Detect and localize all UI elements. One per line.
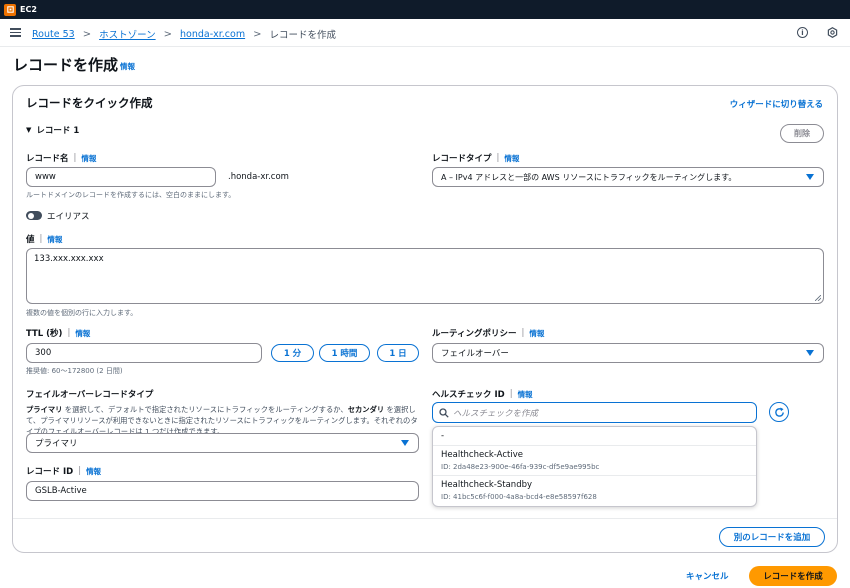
routing-policy-value: フェイルオーバー — [441, 349, 509, 359]
breadcrumb-zone[interactable]: honda-xr.com — [180, 29, 245, 40]
health-check-label-group: ヘルスチェック ID | 情報 — [432, 389, 533, 400]
settings-hex-icon[interactable] — [827, 27, 838, 38]
dropdown-option-healthcheck-standby[interactable]: Healthcheck-Standby ID: 41bc5c6f-f000-4a… — [433, 480, 756, 501]
quick-create-panel: レコードをクイック作成 ウィザードに切り替える ▼ レコード 1 削除 レコード… — [12, 85, 838, 553]
record-name-input[interactable]: www — [26, 167, 216, 187]
create-records-button[interactable]: レコードを作成 — [749, 566, 837, 586]
routing-policy-info-link[interactable]: 情報 — [529, 328, 544, 339]
breadcrumb: Route 53 > ホストゾーン > honda-xr.com > レコードを… — [32, 27, 337, 42]
delete-button[interactable]: 削除 — [780, 124, 824, 143]
value-info-link[interactable]: 情報 — [47, 234, 62, 245]
panel-divider — [13, 518, 837, 519]
alias-label: エイリアス — [47, 212, 90, 222]
ttl-1day-button[interactable]: 1 日 — [377, 344, 419, 362]
routing-policy-select[interactable]: フェイルオーバー — [432, 343, 824, 363]
health-check-search-input[interactable]: ヘルスチェックを作成 — [432, 402, 757, 423]
chevron-right-icon: > — [163, 28, 172, 40]
ttl-info-link[interactable]: 情報 — [75, 328, 90, 339]
record-name-hint: ルートドメインのレコードを作成するには、空白のままにします。 — [26, 191, 236, 199]
value-label: 値 — [26, 235, 35, 245]
breadcrumb-hosted-zones[interactable]: ホストゾーン — [99, 27, 156, 41]
value-text: 133.xxx.xxx.xxx — [34, 254, 104, 264]
ttl-label-group: TTL (秒) | 情報 — [26, 328, 91, 339]
breadcrumb-route53[interactable]: Route 53 — [32, 29, 75, 40]
caret-down-icon: ▼ — [26, 126, 32, 134]
record-name-label: レコード名 — [26, 154, 69, 164]
ttl-hint: 推奨値: 60～172800 (2 日間) — [26, 367, 123, 375]
breadcrumb-current: レコードを作成 — [269, 30, 337, 41]
record-id-label-group: レコード ID | 情報 — [26, 466, 102, 477]
caret-down-icon — [401, 440, 409, 446]
top-bar: EC2 — [0, 0, 850, 19]
alias-toggle[interactable] — [26, 211, 42, 220]
record-section-toggle[interactable]: ▼ レコード 1 — [26, 124, 79, 136]
failover-type-value: プライマリ — [35, 439, 78, 449]
ttl-1min-button[interactable]: 1 分 — [271, 344, 314, 362]
health-check-label: ヘルスチェック ID — [432, 390, 505, 400]
value-hint: 複数の値を個別の行に入力します。 — [26, 309, 138, 317]
info-icon[interactable]: i — [797, 27, 808, 38]
add-another-record-button[interactable]: 別のレコードを追加 — [719, 527, 825, 547]
resize-grip-icon[interactable] — [815, 295, 821, 301]
record-id-label: レコード ID — [26, 467, 74, 477]
page-title: レコードを作成 — [13, 56, 119, 74]
refresh-icon — [774, 407, 784, 417]
record-id-input[interactable]: GSLB-Active — [26, 481, 419, 501]
app-title: EC2 — [20, 5, 37, 14]
ec2-logo-icon[interactable] — [4, 3, 16, 16]
search-icon — [439, 407, 449, 418]
record-name-info-link[interactable]: 情報 — [81, 153, 96, 164]
caret-down-icon — [806, 174, 814, 180]
value-label-group: 値 | 情報 — [26, 234, 63, 245]
hamburger-menu-icon[interactable] — [10, 28, 21, 37]
value-textarea[interactable]: 133.xxx.xxx.xxx — [26, 248, 824, 304]
page-info-link[interactable]: 情報 — [120, 61, 135, 72]
health-check-info-link[interactable]: 情報 — [518, 389, 533, 400]
record-id-info-link[interactable]: 情報 — [86, 466, 101, 477]
health-check-dropdown: - Healthcheck-Active ID: 2da48e23-900e-4… — [432, 426, 757, 507]
cancel-button[interactable]: キャンセル — [686, 570, 729, 582]
failover-type-label: フェイルオーバーレコードタイプ — [26, 390, 154, 400]
breadcrumb-bar: Route 53 > ホストゾーン > honda-xr.com > レコードを… — [0, 19, 850, 47]
record-type-value: A – IPv4 アドレスと一部の AWS リソースにトラフィックをルーティング… — [441, 172, 737, 182]
failover-type-select[interactable]: プライマリ — [26, 433, 419, 453]
dropdown-option-none[interactable]: - — [433, 431, 756, 441]
record-type-label: レコードタイプ — [432, 154, 492, 164]
panel-title: レコードをクイック作成 — [26, 96, 153, 110]
ttl-label: TTL (秒) — [26, 329, 63, 339]
record-type-label-group: レコードタイプ | 情報 — [432, 153, 520, 164]
chevron-right-icon: > — [253, 28, 262, 40]
switch-to-wizard-link[interactable]: ウィザードに切り替える — [730, 98, 823, 110]
record-type-select[interactable]: A – IPv4 アドレスと一部の AWS リソースにトラフィックをルーティング… — [432, 167, 824, 187]
routing-policy-label: ルーティングポリシー — [432, 329, 517, 339]
caret-down-icon — [806, 350, 814, 356]
routing-policy-label-group: ルーティングポリシー | 情報 — [432, 328, 545, 339]
record-name-suffix: .honda-xr.com — [228, 172, 289, 182]
record-section-label: レコード 1 — [36, 126, 80, 136]
ttl-input[interactable]: 300 — [26, 343, 262, 363]
health-check-placeholder: ヘルスチェックを作成 — [453, 408, 539, 419]
refresh-button[interactable] — [769, 402, 789, 422]
chevron-right-icon: > — [82, 28, 92, 40]
ttl-1hour-button[interactable]: 1 時間 — [319, 344, 370, 362]
record-type-info-link[interactable]: 情報 — [504, 153, 519, 164]
record-name-label-group: レコード名 | 情報 — [26, 153, 97, 164]
dropdown-option-healthcheck-active[interactable]: Healthcheck-Active ID: 2da48e23-900e-46f… — [433, 450, 756, 471]
